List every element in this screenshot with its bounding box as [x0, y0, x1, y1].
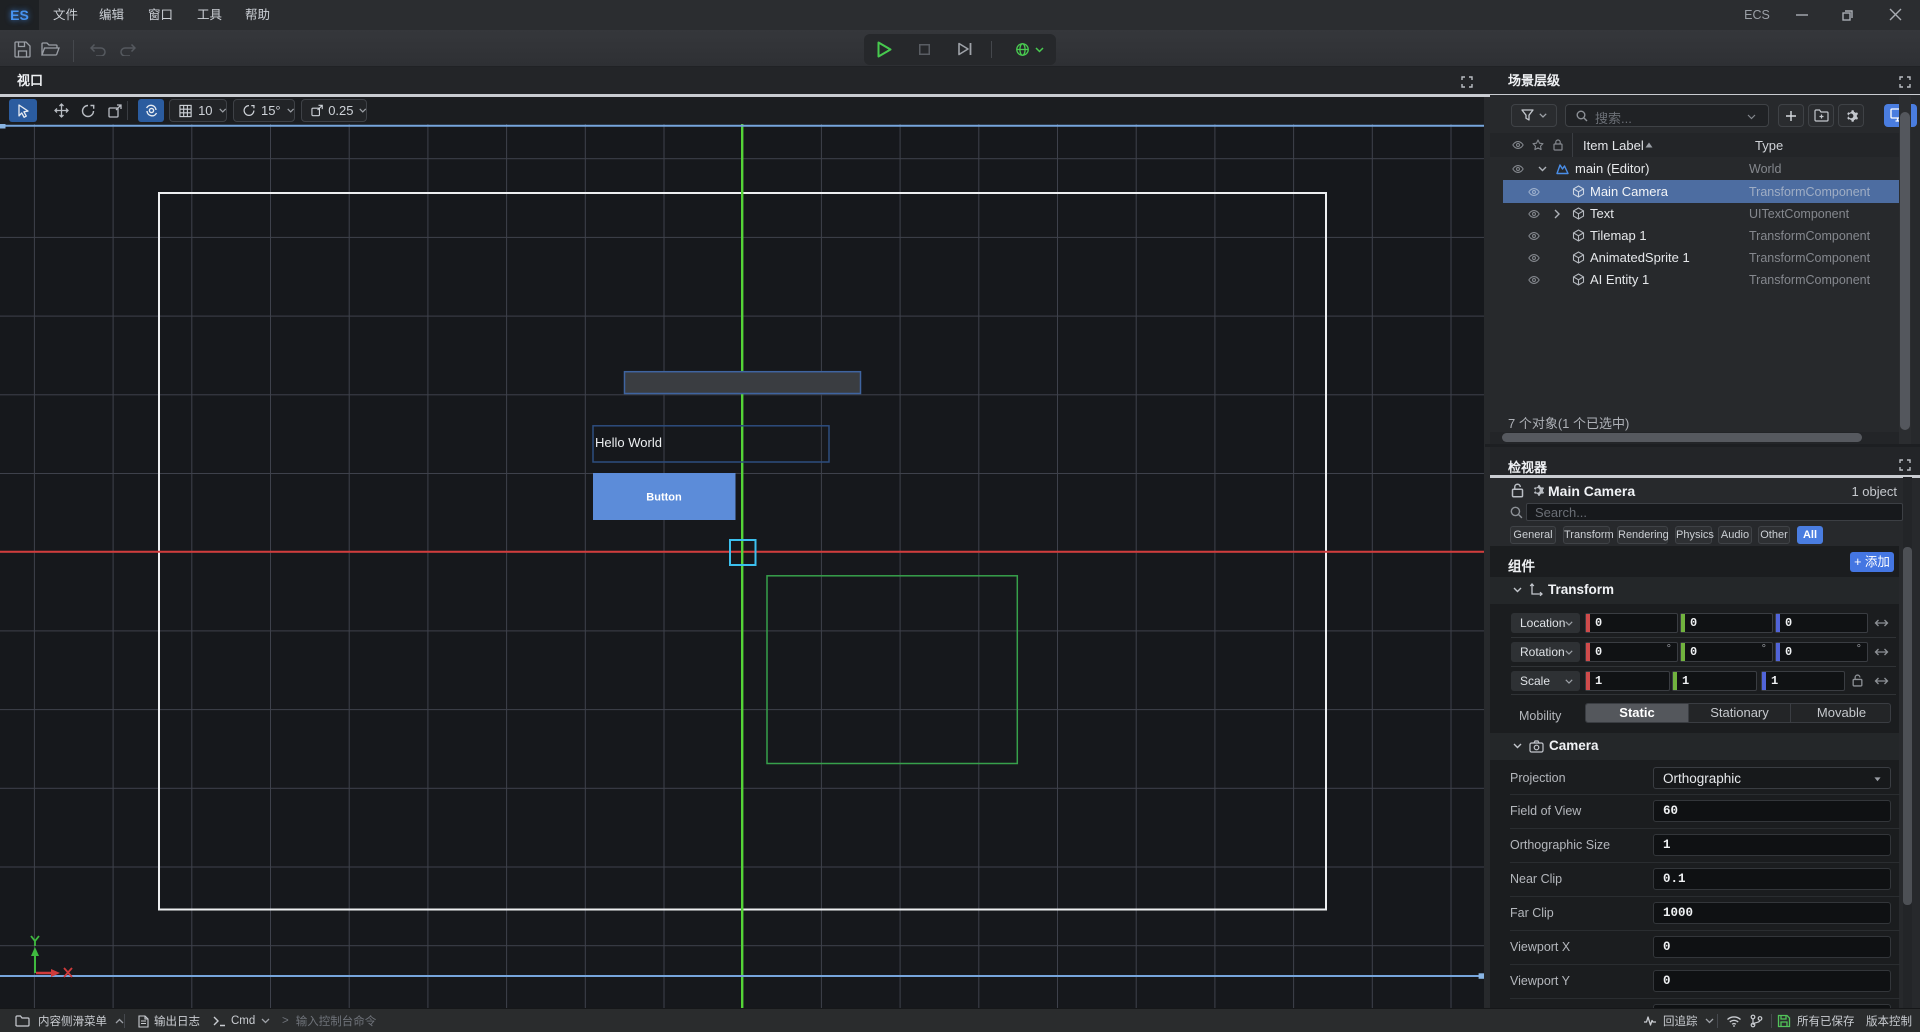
svg-text:Button: Button — [646, 492, 682, 504]
svg-text:Hello World: Hello World — [595, 435, 662, 450]
